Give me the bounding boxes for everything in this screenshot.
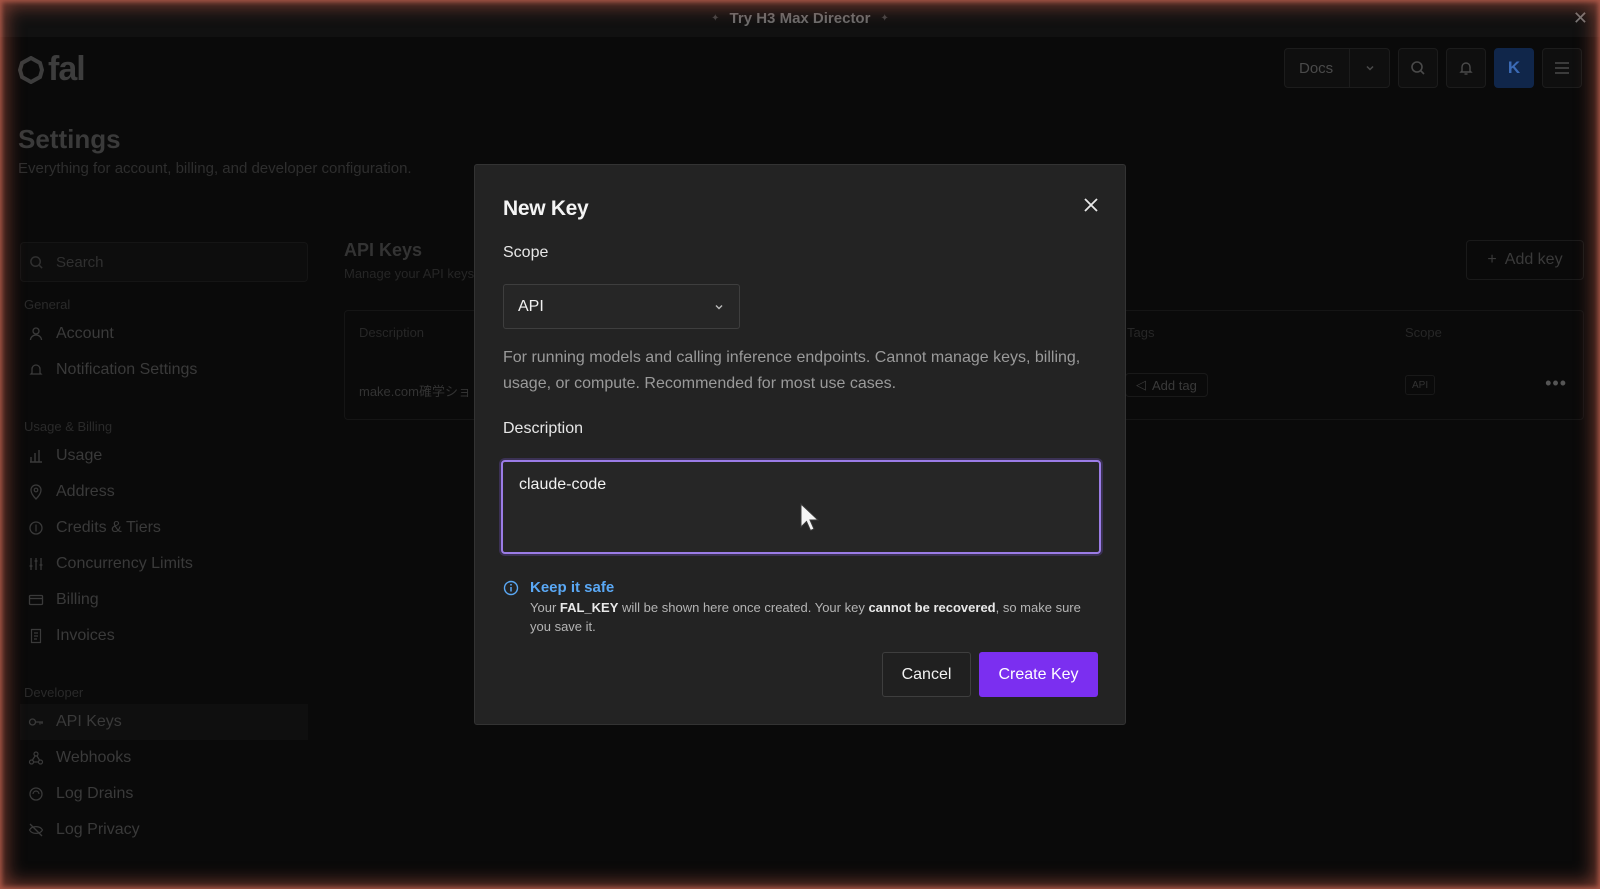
sidebar-item-log-privacy[interactable]: Log Privacy bbox=[24, 812, 308, 848]
sidebar-item-label: Log Drains bbox=[56, 785, 134, 802]
user-icon bbox=[29, 327, 43, 341]
sidebar-item-label: Concurrency Limits bbox=[56, 555, 193, 572]
promo-banner[interactable]: ✦ Try H3 Max Director ✦ bbox=[0, 0, 1600, 37]
sidebar-group-general: General bbox=[24, 297, 71, 312]
row-description: make.com確学ショ bbox=[359, 384, 471, 399]
eye-off-icon bbox=[28, 823, 44, 837]
info-text-part: will be shown here once created. Your ke… bbox=[618, 600, 869, 615]
notifications-button[interactable] bbox=[1446, 48, 1486, 88]
fal-mark-icon bbox=[18, 55, 44, 84]
sidebar-search[interactable]: Search bbox=[20, 242, 308, 282]
credit-card-icon bbox=[28, 594, 44, 606]
dialog-title: New Key bbox=[503, 197, 589, 220]
mouse-pointer-icon bbox=[799, 502, 821, 538]
add-key-button[interactable]: + Add key bbox=[1466, 240, 1584, 280]
close-banner-icon[interactable]: ✕ bbox=[1573, 9, 1588, 27]
sidebar-group-developer: Developer bbox=[24, 685, 84, 700]
close-icon[interactable] bbox=[1081, 195, 1101, 215]
sidebar-item-log-drains[interactable]: Log Drains bbox=[24, 776, 308, 812]
sidebar-search-placeholder: Search bbox=[56, 253, 104, 271]
section-subtitle: Manage your API keys bbox=[344, 266, 475, 281]
search-icon bbox=[1411, 61, 1425, 75]
sidebar-item-label: Billing bbox=[56, 591, 99, 608]
search-icon bbox=[30, 255, 43, 269]
sliders-icon bbox=[29, 558, 43, 570]
sidebar-item-invoices[interactable]: Invoices bbox=[24, 618, 308, 654]
tag-icon: ◁ bbox=[1136, 377, 1146, 392]
scope-label: Scope bbox=[503, 244, 549, 261]
menu-button[interactable] bbox=[1542, 48, 1582, 88]
column-header-description: Description bbox=[359, 325, 425, 340]
more-options-icon[interactable]: ••• bbox=[1545, 373, 1567, 394]
info-text-key: FAL_KEY bbox=[559, 600, 619, 615]
cancel-button[interactable]: Cancel bbox=[882, 652, 971, 697]
coin-icon bbox=[29, 521, 43, 535]
banner-sparkle-icon: ✦ bbox=[880, 13, 889, 24]
sidebar-item-label: Address bbox=[56, 483, 115, 500]
sidebar-item-usage[interactable]: Usage bbox=[24, 438, 308, 474]
plus-icon: + bbox=[1487, 251, 1497, 268]
sidebar-item-credits-tiers[interactable]: Credits & Tiers bbox=[24, 510, 308, 546]
info-title: Keep it safe bbox=[530, 579, 615, 596]
sidebar-item-api-keys[interactable]: API Keys bbox=[20, 704, 308, 740]
docs-label: Docs bbox=[1299, 59, 1334, 77]
page-title: Settings bbox=[18, 124, 121, 154]
info-text-warning: cannot be recovered bbox=[868, 600, 996, 615]
sidebar-item-label: Invoices bbox=[56, 627, 115, 644]
hamburger-icon bbox=[1555, 62, 1569, 74]
logo-text: fal bbox=[48, 50, 86, 88]
create-key-button[interactable]: Create Key bbox=[979, 652, 1098, 697]
column-header-tags: Tags bbox=[1127, 325, 1155, 340]
chevron-down-icon bbox=[715, 304, 723, 309]
sidebar-item-label: Notification Settings bbox=[56, 361, 198, 378]
key-icon bbox=[28, 718, 43, 726]
banner-sparkle-icon: ✦ bbox=[711, 13, 720, 24]
add-tag-label: Add tag bbox=[1152, 377, 1197, 393]
info-text-part: Your bbox=[530, 600, 560, 615]
sidebar-group-usage-billing: Usage & Billing bbox=[24, 419, 113, 434]
scope-description: For running models and calling inference… bbox=[503, 349, 1081, 392]
new-key-dialog: New Key Scope API For running models and… bbox=[474, 164, 1126, 725]
banner-text[interactable]: Try H3 Max Director bbox=[730, 10, 871, 27]
sidebar-item-label: Credits & Tiers bbox=[56, 519, 161, 536]
sidebar-item-account[interactable]: Account bbox=[24, 316, 308, 352]
sidebar-item-label: API Keys bbox=[56, 713, 122, 730]
map-pin-icon bbox=[30, 484, 42, 500]
sidebar-item-label: Log Privacy bbox=[56, 821, 140, 838]
scope-select-value: API bbox=[518, 297, 544, 315]
sidebar-item-webhooks[interactable]: Webhooks bbox=[24, 740, 308, 776]
avatar[interactable]: K bbox=[1494, 48, 1534, 88]
sidebar-item-billing[interactable]: Billing bbox=[24, 582, 308, 618]
top-toolbar: Docs K bbox=[1284, 48, 1582, 88]
webhook-icon bbox=[28, 751, 44, 765]
section-title: API Keys bbox=[344, 240, 423, 260]
receipt-icon bbox=[30, 628, 42, 644]
scope-select[interactable]: API bbox=[503, 284, 740, 329]
sidebar-item-label: Account bbox=[56, 325, 114, 342]
info-icon bbox=[503, 580, 519, 601]
chevron-down-icon[interactable] bbox=[1349, 49, 1389, 87]
add-tag-button[interactable]: ◁ Add tag bbox=[1125, 373, 1208, 397]
description-value: claude-code bbox=[519, 476, 607, 493]
column-header-scope: Scope bbox=[1405, 325, 1442, 340]
settings-sidebar: Search General Account Notification Sett… bbox=[20, 242, 308, 848]
sidebar-item-label: Webhooks bbox=[56, 749, 132, 766]
sidebar-item-notification-settings[interactable]: Notification Settings bbox=[24, 352, 308, 388]
page-subtitle: Everything for account, billing, and dev… bbox=[18, 160, 412, 177]
row-scope-badge: API bbox=[1405, 375, 1436, 395]
bell-icon bbox=[1459, 62, 1473, 75]
bell-icon bbox=[29, 364, 43, 375]
sidebar-item-address[interactable]: Address bbox=[24, 474, 308, 510]
sidebar-item-label: Usage bbox=[56, 447, 103, 464]
info-text: Your FAL_KEY will be shown here once cre… bbox=[530, 598, 1090, 636]
docs-button[interactable]: Docs bbox=[1284, 48, 1390, 88]
add-key-label: Add key bbox=[1504, 251, 1563, 268]
fal-logo[interactable]: fal bbox=[18, 50, 86, 89]
search-button[interactable] bbox=[1398, 48, 1438, 88]
bar-chart-icon bbox=[30, 450, 42, 463]
sidebar-item-concurrency-limits[interactable]: Concurrency Limits bbox=[24, 546, 308, 582]
description-label: Description bbox=[503, 420, 584, 437]
drain-icon bbox=[29, 787, 43, 801]
